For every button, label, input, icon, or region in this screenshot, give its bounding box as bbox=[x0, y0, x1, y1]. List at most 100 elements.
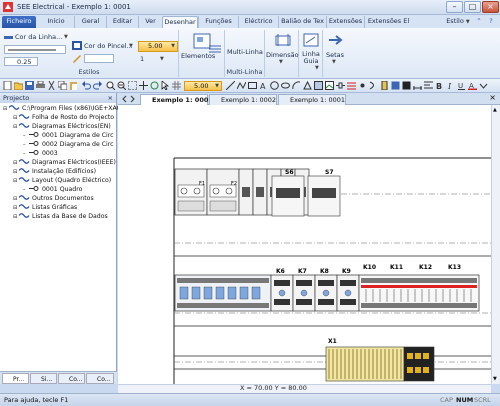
tree-item[interactable]: –0002 Diagrama de Circ bbox=[23, 140, 114, 149]
dimension-icon[interactable] bbox=[275, 33, 291, 47]
elementos-button[interactable]: Elementos bbox=[181, 52, 215, 60]
dimensao-button[interactable]: Dimensão bbox=[266, 51, 299, 59]
zoom-out-icon[interactable] bbox=[117, 81, 126, 90]
close-icon[interactable]: × bbox=[108, 93, 113, 103]
guide-line-icon[interactable] bbox=[303, 33, 319, 47]
arrow-icon[interactable] bbox=[328, 34, 344, 47]
tab-funcoes[interactable]: Funções bbox=[198, 16, 238, 28]
tab-projecto[interactable]: Pr... bbox=[2, 373, 29, 384]
tab-geral[interactable]: Geral bbox=[74, 16, 106, 28]
image-tool-icon[interactable] bbox=[325, 81, 334, 90]
ellipse-tool-icon[interactable] bbox=[281, 81, 290, 90]
tab-extensoes-el[interactable]: Extensões El bbox=[364, 16, 412, 28]
tree-item[interactable]: ⊟ C:\Program Files (x86)\IGE+XAO\ bbox=[3, 104, 124, 113]
hatch-tool-icon[interactable] bbox=[314, 81, 323, 90]
drawing-canvas[interactable]: F1 F2 S6 S7 K6 K7 K8 K9 K10 K11 K12 K13 … bbox=[118, 105, 491, 384]
connection-tool-icon[interactable] bbox=[358, 81, 367, 90]
tree-item[interactable]: ⊟ Outros Documentos bbox=[13, 194, 94, 203]
vertical-scrollbar[interactable]: ▲ ▼ bbox=[491, 105, 500, 384]
italic-icon[interactable]: I bbox=[446, 81, 455, 90]
save-icon[interactable] bbox=[25, 81, 34, 90]
tree-item[interactable]: ⊟ Diagramas Eléctricos(EN) bbox=[13, 122, 111, 131]
triangle-tool-icon[interactable] bbox=[303, 81, 312, 90]
close-button[interactable]: × bbox=[482, 1, 499, 13]
tab-ver[interactable]: Ver bbox=[138, 16, 162, 28]
tree-item[interactable]: ⊟ Layout (Quadro Eléctrico) bbox=[13, 176, 111, 185]
minimize-ribbon-icon[interactable]: ⌃ bbox=[474, 16, 484, 28]
redraw-icon[interactable] bbox=[150, 81, 159, 90]
pen-color-button[interactable]: Cor do Pincel... bbox=[84, 42, 133, 50]
chevron-left-icon[interactable] bbox=[121, 95, 128, 103]
redo-icon[interactable] bbox=[93, 81, 102, 90]
chevron-right-icon[interactable] bbox=[129, 95, 136, 103]
zoom-window-icon[interactable] bbox=[128, 81, 137, 90]
line-style-dropdown[interactable] bbox=[4, 45, 66, 54]
tree-item[interactable]: –0003 bbox=[23, 149, 58, 158]
tab-componentes[interactable]: Co... bbox=[86, 373, 114, 384]
zoom-in-icon[interactable] bbox=[106, 81, 115, 90]
doc-tab-3[interactable]: Exemplo 1: 0001 bbox=[278, 94, 346, 105]
doc-tab-2[interactable]: Exemplo 1: 0002 bbox=[209, 94, 277, 105]
scroll-up-icon[interactable]: ▲ bbox=[493, 107, 499, 113]
new-icon[interactable] bbox=[3, 81, 12, 90]
tree-item[interactable]: ⊟ Diagramas Eléctricos(IEEE) bbox=[13, 158, 116, 167]
polyline-tool-icon[interactable] bbox=[237, 81, 246, 90]
text-size-dropdown[interactable]: 5.00 ▼ bbox=[138, 41, 178, 52]
tab-baliao[interactable]: Balião de Tex bbox=[278, 16, 326, 28]
more-tools-icon[interactable] bbox=[479, 81, 488, 90]
font-color-icon[interactable]: A bbox=[468, 81, 477, 90]
fill-dropdown[interactable] bbox=[84, 54, 114, 63]
close-document-icon[interactable]: × bbox=[489, 93, 496, 102]
measure-icon[interactable] bbox=[413, 81, 422, 90]
tree-item[interactable]: ⊟ Listas Gráficas bbox=[13, 203, 77, 212]
bold-icon[interactable]: B bbox=[435, 81, 444, 90]
blue-square-icon[interactable] bbox=[391, 81, 400, 90]
qat-size-dropdown[interactable]: 5.00 ▼ bbox=[184, 81, 222, 91]
arc-tool-icon[interactable] bbox=[292, 81, 301, 90]
help-icon[interactable]: ? bbox=[486, 16, 496, 28]
tab-desenhar[interactable]: Desenhar bbox=[162, 16, 198, 28]
style-menu[interactable]: Estilo ▼ bbox=[443, 16, 473, 28]
layer-number[interactable]: 1 bbox=[140, 55, 144, 63]
tab-electrico[interactable]: Eléctrico bbox=[238, 16, 278, 28]
copy-icon[interactable] bbox=[58, 81, 67, 90]
multilinha-button[interactable]: Multi-Linha bbox=[227, 48, 263, 56]
open-icon[interactable] bbox=[14, 81, 23, 90]
minimize-button[interactable]: – bbox=[446, 1, 463, 13]
print-icon[interactable] bbox=[36, 81, 45, 90]
setas-button[interactable]: Setas bbox=[326, 51, 344, 59]
scroll-down-icon[interactable]: ▼ bbox=[493, 376, 499, 382]
cut-icon[interactable] bbox=[47, 81, 56, 90]
tab-editar[interactable]: Editar bbox=[106, 16, 138, 28]
select-icon[interactable] bbox=[161, 81, 170, 90]
linha-guia-button[interactable]: Linha Guia bbox=[300, 51, 322, 65]
grid-icon[interactable] bbox=[172, 81, 181, 90]
tree-item[interactable]: ⊟ Listas da Base de Dados bbox=[13, 212, 108, 221]
tab-simbolos[interactable]: Si... bbox=[30, 373, 57, 384]
tab-inicio[interactable]: Início bbox=[40, 16, 72, 28]
text-align-icon[interactable] bbox=[424, 81, 433, 90]
circle-tool-icon[interactable] bbox=[270, 81, 279, 90]
cable-tool-icon[interactable] bbox=[369, 81, 378, 90]
maximize-button[interactable]: □ bbox=[464, 1, 481, 13]
tab-ficheiro[interactable]: Ficheiro bbox=[2, 16, 36, 28]
black-square-icon[interactable] bbox=[402, 81, 411, 90]
doc-tab-1[interactable]: Exemplo 1: 0001 bbox=[140, 94, 213, 105]
tab-comandos[interactable]: Co... bbox=[58, 373, 85, 384]
rectangle-tool-icon[interactable] bbox=[248, 81, 257, 90]
tab-extensoes[interactable]: Extensões bbox=[326, 16, 364, 28]
underline-icon[interactable]: U bbox=[457, 81, 466, 90]
paste-icon[interactable] bbox=[69, 81, 78, 90]
tree-item[interactable]: –0001 Quadro bbox=[23, 185, 82, 194]
line-tool-icon[interactable] bbox=[226, 81, 235, 90]
symbol-tool-icon[interactable] bbox=[336, 81, 345, 90]
line-color-button[interactable]: Cor da Linha... bbox=[15, 33, 62, 41]
tree-item[interactable]: –0001 Diagrama de Circ bbox=[23, 131, 114, 140]
text-tool-icon[interactable]: A bbox=[259, 81, 268, 90]
tree-item[interactable]: ⊟ Folha de Rosto do Projecto bbox=[13, 113, 114, 122]
line-width-dropdown[interactable]: 0.25 bbox=[4, 57, 38, 66]
pan-icon[interactable] bbox=[139, 81, 148, 90]
schematic-drawing[interactable]: F1 F2 S6 S7 K6 K7 K8 K9 K10 K11 K12 K13 … bbox=[118, 105, 491, 384]
undo-icon[interactable] bbox=[82, 81, 91, 90]
tree-item[interactable]: ⊟ Instalação (Edifícios) bbox=[13, 167, 96, 176]
